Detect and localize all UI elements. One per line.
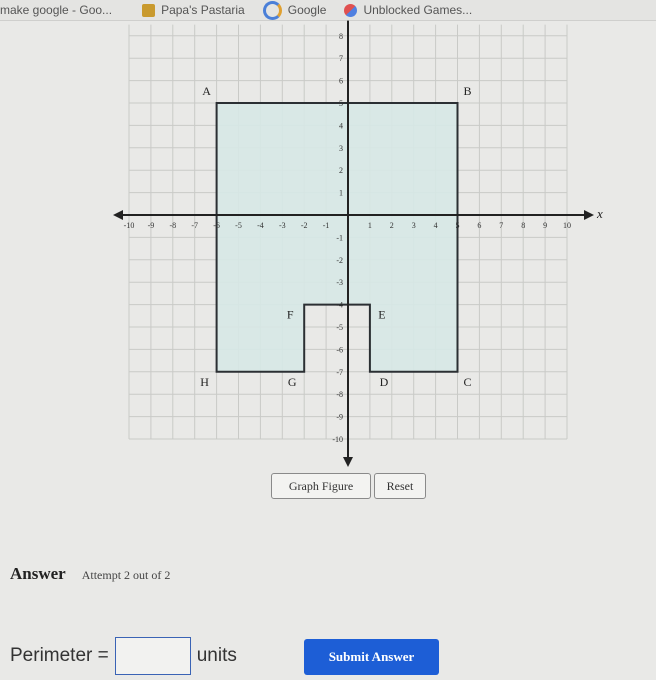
submit-answer-button[interactable]: Submit Answer [304, 639, 439, 675]
x-tick-label: -10 [124, 221, 135, 230]
y-tick-label: -3 [336, 278, 343, 287]
x-tick-label: -3 [279, 221, 286, 230]
attempt-counter: Attempt 2 out of 2 [81, 568, 171, 582]
x-tick-label: 7 [499, 221, 503, 230]
y-tick-label: -1 [336, 233, 343, 242]
perimeter-input[interactable] [114, 637, 191, 675]
x-tick-label: 9 [543, 221, 547, 230]
x-tick-label: -2 [301, 221, 308, 230]
x-tick-label: 4 [434, 221, 438, 230]
y-tick-label: -4 [336, 301, 343, 310]
x-tick-label: -6 [213, 221, 220, 230]
answer-title: Answer [10, 564, 66, 583]
x-tick-label: 10 [563, 221, 571, 230]
vertex-label: F [287, 308, 294, 322]
x-tick-label: 6 [477, 221, 481, 230]
x-tick-label: -5 [235, 221, 242, 230]
y-tick-label: 7 [339, 54, 343, 63]
perimeter-label: Perimeter = [10, 645, 109, 666]
y-tick-label: -10 [332, 435, 343, 444]
y-tick-label: 2 [339, 166, 343, 175]
y-tick-label: -2 [336, 256, 343, 265]
graph-figure-button[interactable]: Graph Figure [271, 473, 371, 499]
x-axis-label: x [596, 206, 603, 221]
y-tick-label: -9 [336, 413, 343, 422]
x-tick-label: 1 [368, 221, 372, 230]
y-tick-label: 3 [339, 144, 343, 153]
vertex-label: G [288, 375, 297, 389]
y-tick-label: 5 [339, 99, 343, 108]
x-tick-label: 2 [390, 221, 394, 230]
x-tick-label: -4 [257, 221, 264, 230]
answer-header: Answer Attempt 2 out of 2 [10, 564, 170, 584]
x-tick-label: -7 [191, 221, 198, 230]
y-tick-label: 1 [339, 189, 343, 198]
x-axis-arrow-right [584, 210, 594, 220]
vertex-label: D [380, 375, 389, 389]
vertex-label: H [200, 375, 209, 389]
x-tick-label: -9 [148, 221, 155, 230]
vertex-label: A [202, 84, 211, 98]
y-tick-label: 6 [339, 77, 343, 86]
x-tick-label: -1 [323, 221, 330, 230]
vertex-label: E [378, 308, 385, 322]
y-tick-label: -6 [336, 345, 343, 354]
coordinate-graph[interactable]: x -10 -9 -8 -7 -6 -5 -4 -3 -2 -1 1 2 3 4 5 6 7 8 9 10 8 7 6 5 4 3… [0, 0, 656, 470]
x-axis-arrow-left [113, 210, 123, 220]
x-tick-label: 8 [521, 221, 525, 230]
y-axis-arrow-down [343, 457, 353, 467]
units-label: units [196, 645, 237, 666]
vertex-label: B [463, 84, 471, 98]
x-tick-label: 5 [456, 221, 460, 230]
reset-button[interactable]: Reset [374, 473, 426, 499]
x-tick-label: 3 [412, 221, 416, 230]
y-tick-label: -5 [336, 323, 343, 332]
y-tick-label: 8 [339, 32, 343, 41]
x-tick-label: -8 [169, 221, 176, 230]
perimeter-row: Perimeter = units [10, 637, 237, 675]
y-tick-label: -7 [336, 368, 343, 377]
y-tick-label: 4 [339, 121, 343, 130]
vertex-label: C [463, 375, 471, 389]
y-tick-label: -8 [336, 390, 343, 399]
